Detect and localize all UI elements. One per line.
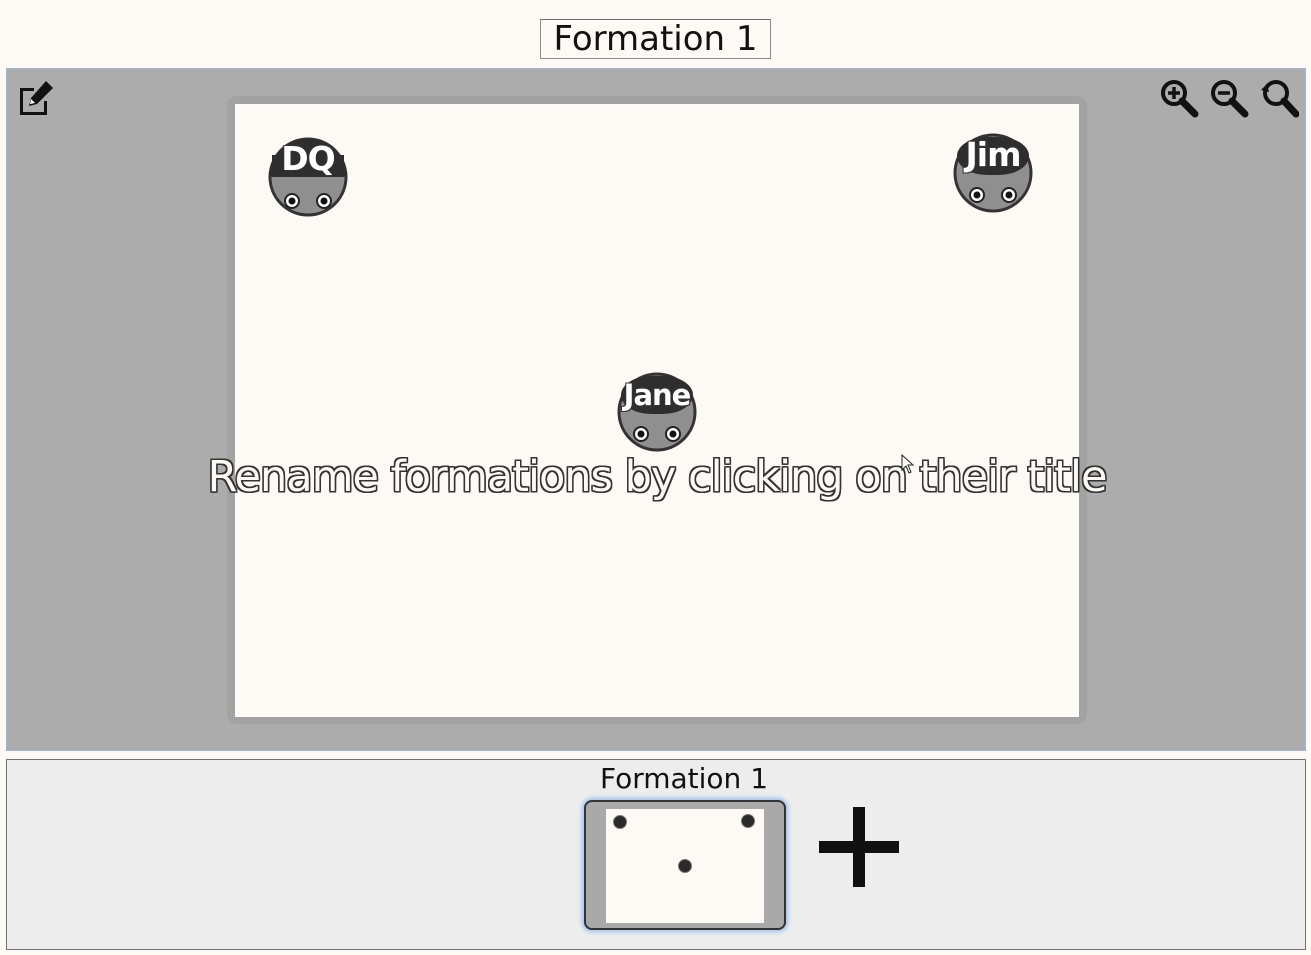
dancer-label: Jim xyxy=(965,135,1022,174)
dancer-token[interactable]: Jane xyxy=(617,372,697,452)
dancer-label: DQ xyxy=(281,139,335,178)
dancer-label: Jane xyxy=(623,378,692,412)
thumbnail-dancer-dot xyxy=(741,814,755,828)
zoom-reset-icon[interactable] xyxy=(1259,78,1300,118)
thumbnail-title[interactable]: Formation 1 xyxy=(584,762,784,795)
plus-icon xyxy=(819,807,899,887)
formation-thumbnail[interactable] xyxy=(584,800,786,930)
formation-strip: Formation 1 xyxy=(6,759,1306,950)
edit-pencil-icon[interactable] xyxy=(16,78,56,118)
dancer-token[interactable]: Jim xyxy=(953,133,1033,213)
stage-canvas[interactable]: DQ Jim Jane Rename formations by clickin… xyxy=(6,68,1306,751)
dance-floor[interactable]: DQ Jim Jane xyxy=(235,104,1079,717)
zoom-out-icon[interactable] xyxy=(1209,78,1249,118)
thumbnail-dancer-dot xyxy=(678,859,692,873)
thumbnail-dancer-dot xyxy=(613,815,627,829)
formation-title-input[interactable] xyxy=(540,19,771,59)
dancer-token[interactable]: DQ xyxy=(268,137,348,217)
add-formation-button[interactable] xyxy=(817,805,901,889)
mouse-pointer-icon xyxy=(901,454,915,474)
zoom-in-icon[interactable] xyxy=(1159,78,1199,118)
thumbnail-floor xyxy=(606,809,764,923)
